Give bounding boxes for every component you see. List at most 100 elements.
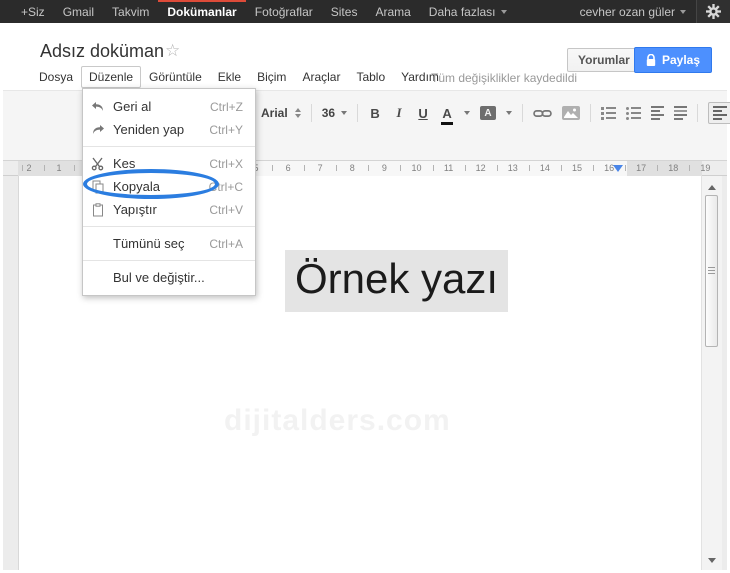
ruler-number: 1 [56,163,62,173]
chevron-down-icon [680,9,686,14]
menu-item-geri-al[interactable]: Geri al Ctrl+Z [83,95,255,118]
menu-separator [83,146,255,147]
toolbar-separator [522,104,524,122]
topbar-item-label: Arama [375,4,411,19]
ruler-tick [368,165,369,171]
menu-item-label: Tümünü seç [113,236,185,251]
account-menu[interactable]: cevher ozan güler [570,0,696,23]
menubar-item-3[interactable]: Ekle [210,66,249,88]
scrollbar-thumb[interactable] [705,195,718,347]
topbar-item-label: Takvim [112,4,150,19]
text-color-button[interactable]: A [440,105,454,125]
ruler-number: 9 [381,163,387,173]
menubar-item-0[interactable]: Dosya [31,66,81,88]
topbar-item-4[interactable]: Fotoğraflar [246,0,322,23]
bullet-list-button[interactable] [626,106,642,120]
insert-link-button[interactable] [533,108,552,119]
ruler-number: 6 [285,163,291,173]
topbar-item-5[interactable]: Sites [322,0,367,23]
menu-item-label: Yeniden yap [113,122,185,137]
settings-button[interactable] [696,0,730,23]
menu-item-yap-t-r[interactable]: Yapıştır Ctrl+V [83,198,255,221]
chevron-down-icon[interactable] [506,111,513,115]
ruler-tick [22,165,23,171]
menubar-item-4[interactable]: Biçim [249,66,294,88]
underline-button[interactable]: U [416,106,430,121]
topbar-item-2[interactable]: Takvim [103,0,158,23]
ruler-number: 19 [700,163,711,173]
topbar-item-1[interactable]: Gmail [54,0,103,23]
document-title[interactable]: Adsız doküman [40,41,164,62]
ruler-tick [657,165,658,171]
menubar-item-5[interactable]: Araçlar [294,66,348,88]
topbar-item-label: +Siz [21,4,45,19]
topbar-item-label: Daha fazlası [428,4,496,19]
bold-button[interactable]: B [368,106,382,121]
scroll-down-icon[interactable] [708,558,716,563]
star-icon[interactable]: ☆ [165,41,180,61]
numbered-list-icon [601,111,617,115]
ruler-tick [497,165,498,171]
ruler-number: 2 [26,163,32,173]
bullet-list-icon [626,106,642,110]
menubar-item-6[interactable]: Tablo [348,66,393,88]
edit-menu-dropdown: Geri al Ctrl+Z Yeniden yap Ctrl+Y Kes Ctrl+X K… [82,88,256,296]
menu-item-shortcut: Ctrl+A [209,236,243,251]
google-topbar: +Siz Gmail Takvim Dokümanlar Fotoğraflar Site… [0,0,730,23]
redo-icon [83,124,113,136]
save-status: Tüm değişiklikler kaydedildi [431,71,578,85]
text-color-swatch [441,121,454,125]
numbered-list-button[interactable] [601,106,617,120]
menu-item-kopyala[interactable]: Kopyala Ctrl+C [83,175,255,198]
lock-icon [646,53,656,66]
ruler-tick [593,165,594,171]
image-icon [562,106,581,120]
gear-icon [706,4,721,19]
share-button[interactable]: Paylaş [634,47,713,73]
scroll-up-icon[interactable] [708,185,716,190]
menu-item-label: Bul ve değiştir... [113,270,205,285]
scissors-icon [83,157,113,171]
app-window: +Siz Gmail Takvim Dokümanlar Fotoğraflar Site… [0,0,730,573]
numbered-list-icon [601,116,617,120]
menubar-item-1[interactable]: Düzenle [81,66,142,88]
topbar-nav: +Siz Gmail Takvim Dokümanlar Fotoğraflar Site… [0,0,516,23]
text-color-letter: A [442,105,452,121]
toolbar-separator [590,104,592,122]
menubar-item-2[interactable]: Görüntüle [141,66,210,88]
chevron-down-icon[interactable] [464,111,471,115]
menubar: Dosya Düzenle Görüntüle Ekle Biçim Araçlar Tab… [31,66,447,88]
ruler-tick [400,165,401,171]
italic-button[interactable]: I [392,105,406,121]
indent-button[interactable] [674,106,688,120]
copy-icon [83,180,113,194]
vertical-scrollbar[interactable] [701,176,722,570]
topbar-item-6[interactable]: Arama [366,0,419,23]
menu-item-t-m-n-se[interactable]: Tümünü seç Ctrl+A [83,232,255,255]
topbar-item-0[interactable]: +Siz [12,0,54,23]
align-button[interactable] [708,102,730,124]
link-icon [533,109,552,117]
margin-marker-icon[interactable] [613,165,623,172]
ruler-tick [74,165,75,171]
menu-item-label: Geri al [113,99,152,114]
insert-image-button[interactable] [562,106,581,120]
highlight-color-button[interactable]: A [480,106,497,120]
topbar-item-3[interactable]: Dokümanlar [158,0,247,23]
menu-item-bul-ve-de-i-tir[interactable]: Bul ve değiştir... [83,266,255,289]
menu-item-label: Kopyala [113,179,160,194]
menu-separator [83,260,255,261]
menu-item-kes[interactable]: Kes Ctrl+X [83,152,255,175]
ruler-number: 17 [636,163,647,173]
font-size-select[interactable]: 36 [322,106,348,120]
menu-separator [83,226,255,227]
menu-item-shortcut: Ctrl+V [209,202,243,217]
menu-item-label: Yapıştır [113,202,157,217]
font-family-select[interactable]: Arial [261,106,301,120]
outdent-button[interactable] [651,106,665,120]
comments-button-label: Yorumlar [578,53,630,67]
selected-text[interactable]: Örnek yazı [285,250,509,312]
topbar-item-7[interactable]: Daha fazlası [420,0,516,23]
ruler-number: 14 [539,163,550,173]
menu-item-yeniden-yap[interactable]: Yeniden yap Ctrl+Y [83,118,255,141]
